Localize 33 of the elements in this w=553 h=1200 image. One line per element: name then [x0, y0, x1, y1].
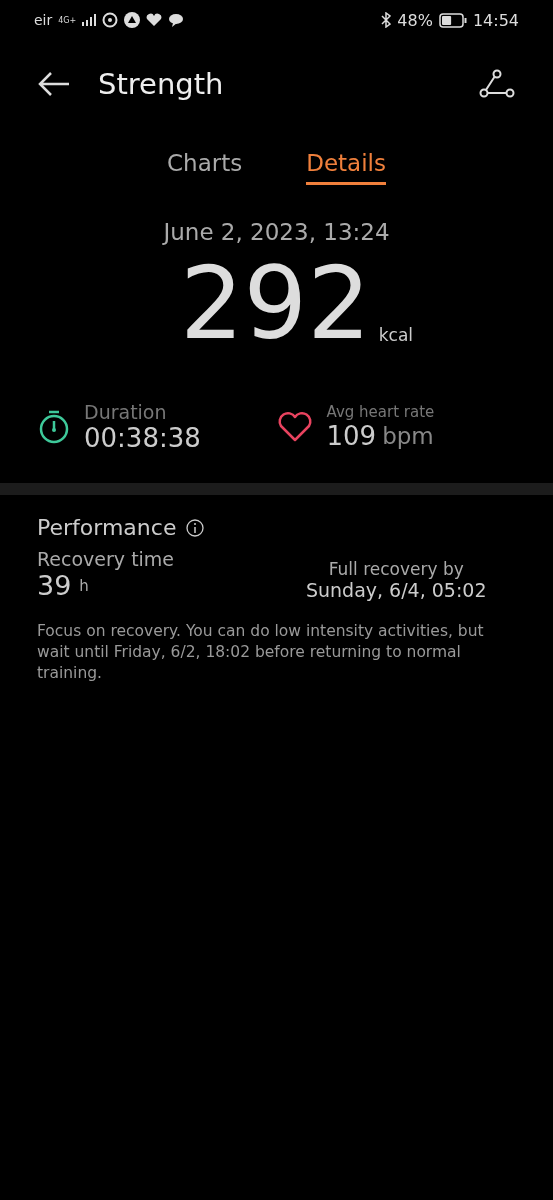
chat-icon	[168, 13, 185, 27]
clock: 14:54	[472, 10, 519, 30]
stat-label: Avg heart rate	[326, 403, 435, 421]
calories-unit: kcal	[378, 325, 414, 345]
recovery-label: Recovery time	[37, 548, 176, 570]
stat-value: 109	[326, 421, 377, 451]
heart-icon	[276, 411, 313, 443]
battery-icon	[438, 12, 467, 28]
network-type: 4G+	[58, 15, 77, 25]
heart-icon	[146, 13, 163, 27]
signal-icon	[82, 14, 97, 26]
full-recovery-date: Sunday, 6/4, 05:02	[305, 579, 487, 601]
stat-unit: bpm	[382, 423, 434, 449]
hotspot-icon	[102, 12, 119, 28]
page-title: Strength	[98, 67, 224, 101]
calories-value: 292	[179, 249, 371, 359]
carrier-name: eir	[34, 12, 53, 28]
section-title: Performance	[37, 515, 177, 540]
recovery-unit: h	[79, 576, 89, 595]
info-icon[interactable]	[186, 518, 205, 537]
battery-percent: 48%	[397, 10, 433, 30]
back-arrow-icon[interactable]	[38, 71, 70, 97]
recovery-value: 39	[37, 570, 72, 601]
stopwatch-icon	[38, 409, 70, 445]
route-icon[interactable]	[479, 69, 515, 99]
stat-value: 00:38:38	[84, 423, 201, 453]
bluetooth-icon	[381, 12, 392, 28]
workout-date: June 2, 2023, 13:24	[161, 219, 391, 245]
recovery-advice: Focus on recovery. You can do low intensity activities, but wait until Friday, 6/2, 18:02 before returning to normal training.	[37, 621, 485, 684]
tab[interactable]: Details	[306, 150, 386, 185]
stat-label: Duration	[84, 401, 168, 423]
full-recovery-label: Full recovery by	[328, 559, 464, 579]
tab[interactable]: Charts	[167, 150, 243, 185]
